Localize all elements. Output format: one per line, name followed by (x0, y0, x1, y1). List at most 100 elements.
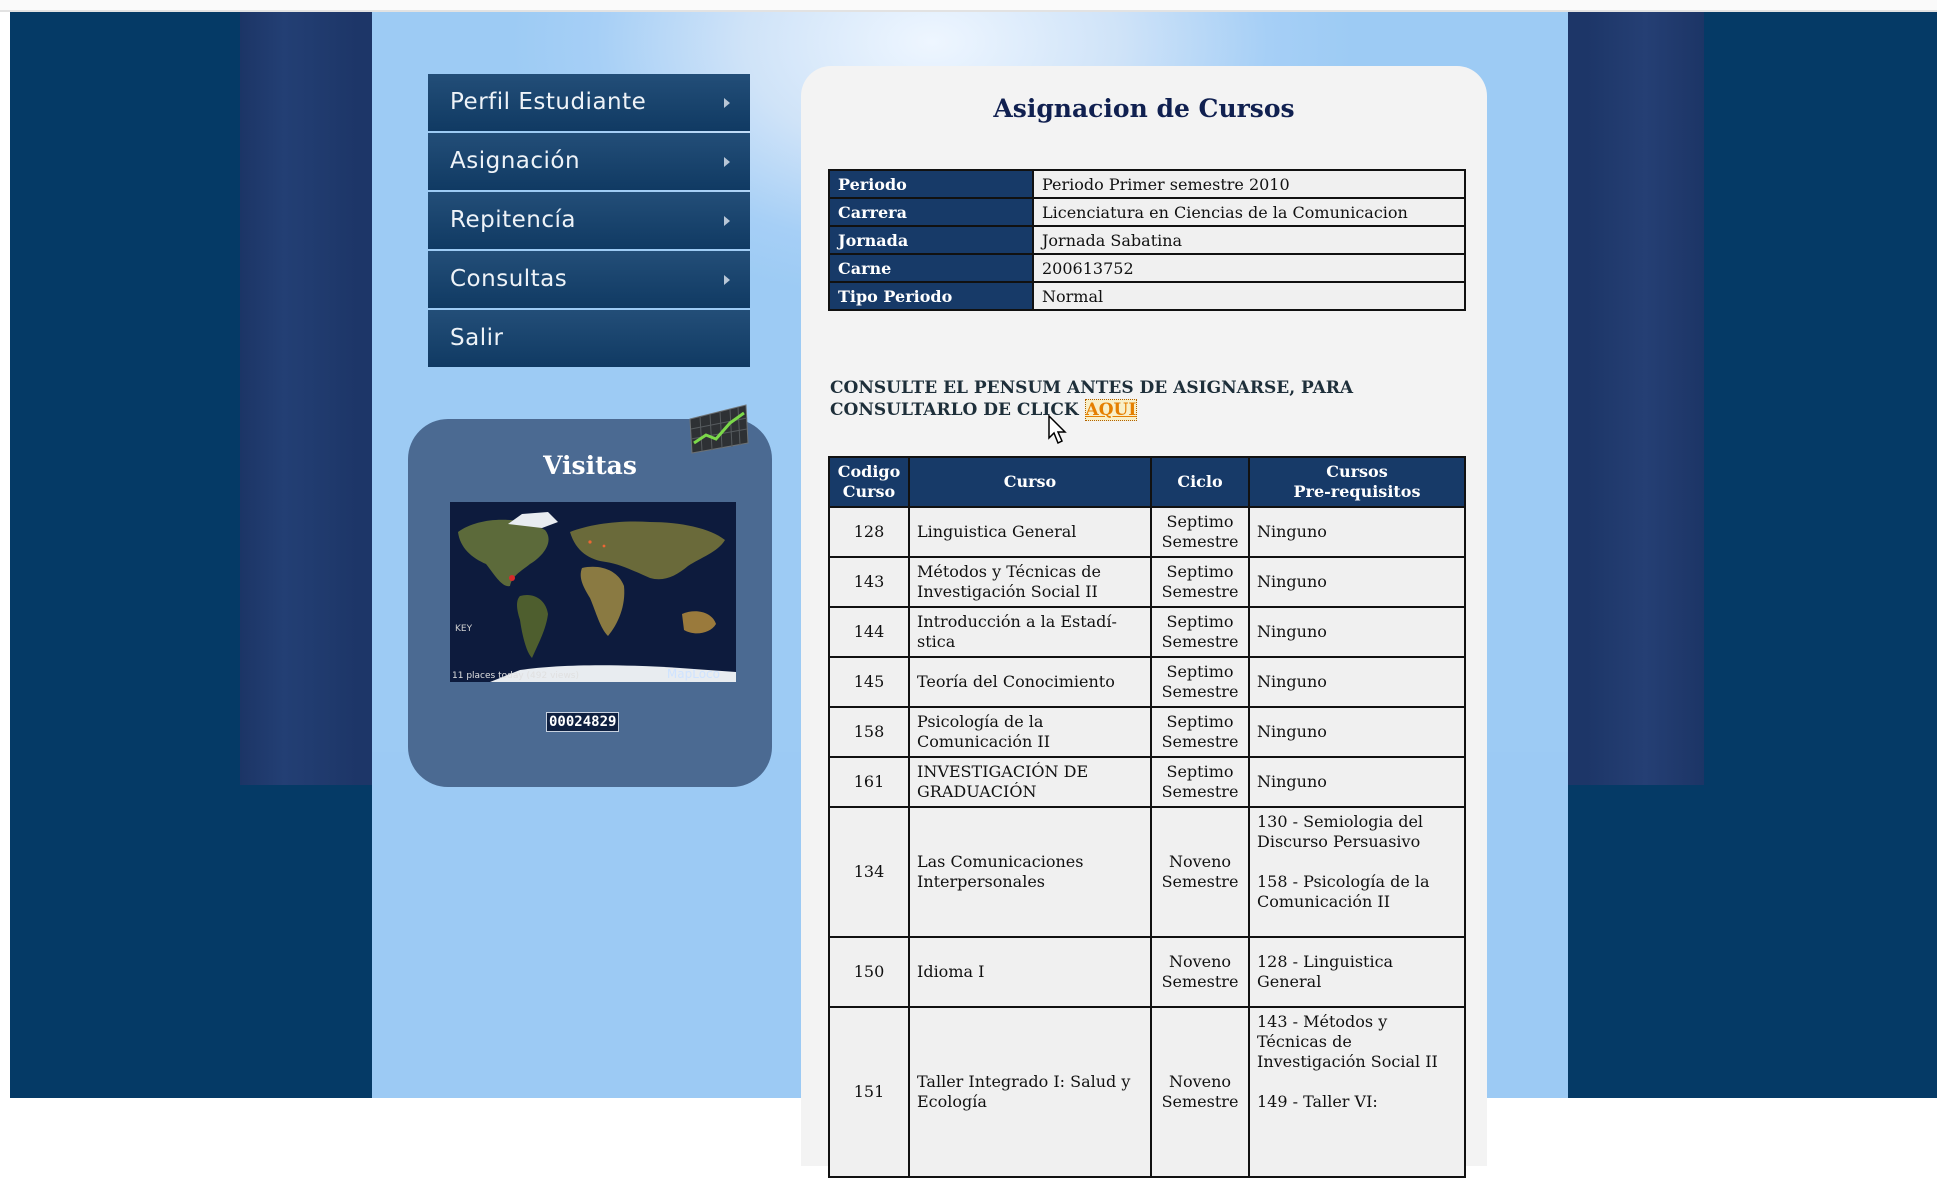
course-code: 128 (828, 506, 910, 558)
menu-item-consultas[interactable]: Consultas (428, 251, 750, 308)
info-value: Jornada Sabatina (1032, 225, 1466, 255)
content-panel: Asignacion de Cursos Periodo Periodo Prim… (801, 66, 1487, 1178)
table-row: 145 Teoría del Conocimiento Septimo Semestr… (828, 656, 1466, 708)
page-container: Perfil Estudiante Asignación Repitencía … (372, 12, 1568, 1178)
chevron-right-icon (724, 275, 730, 285)
stats-chart-icon (689, 404, 749, 454)
visitas-widget: Visitas KEY 11 places today (492 views) … (408, 419, 772, 787)
table-row: Tipo Periodo Normal (828, 281, 1466, 311)
visit-counter: 00024829 (546, 712, 620, 732)
course-name: Introducción a la Estadí-stica (908, 606, 1152, 658)
menu-item-label: Salir (450, 325, 504, 351)
map-caption: 11 places today (492 views) (452, 671, 580, 681)
menu-item-label: Repitencía (450, 207, 576, 233)
course-code: 161 (828, 756, 910, 808)
prerequisite-item: Ninguno (1257, 622, 1327, 641)
prerequisite-item: 143 - Métodos y Técnicas de Investigación … (1257, 1012, 1438, 1071)
course-prerequisites: 130 - Semiologia del Discurso Persuasivo 1… (1248, 806, 1466, 938)
info-label: Periodo (828, 169, 1034, 199)
map-key-label: KEY (455, 624, 473, 634)
main-menu: Perfil Estudiante Asignación Repitencía … (428, 74, 750, 369)
course-code: 158 (828, 706, 910, 758)
course-prerequisites: Ninguno (1248, 706, 1466, 758)
visitor-map[interactable]: KEY 11 places today (492 views) MapLoco (450, 502, 736, 682)
course-cycle: Septimo Semestre (1150, 656, 1250, 708)
menu-item-salir[interactable]: Salir (428, 310, 750, 367)
info-label: Carrera (828, 197, 1034, 227)
mouse-pointer-icon (1048, 415, 1067, 445)
info-value: Periodo Primer semestre 2010 (1032, 169, 1466, 199)
course-name: Teoría del Conocimiento (908, 656, 1152, 708)
course-prerequisites: Ninguno (1248, 606, 1466, 658)
prerequisite-item: 158 - Psicología de la Comunicación II (1257, 872, 1430, 911)
col-header-prerequisitos: Cursos Pre-requisitos (1248, 456, 1466, 508)
table-row: 144 Introducción a la Estadí-stica Septimo… (828, 606, 1466, 658)
course-prerequisites: Ninguno (1248, 506, 1466, 558)
course-cycle: Septimo Semestre (1150, 706, 1250, 758)
course-name: Taller Integrado I: Salud y Ecología (908, 1006, 1152, 1178)
notice-line-2: CONSULTARLO DE CLICK (830, 400, 1085, 420)
menu-item-label: Consultas (450, 266, 568, 292)
chevron-right-icon (724, 216, 730, 226)
table-header-row: Codigo Curso Curso Ciclo Cursos Pre-requis… (828, 456, 1466, 508)
prerequisite-item: Ninguno (1257, 672, 1327, 691)
info-label: Tipo Periodo (828, 281, 1034, 311)
table-row: Carrera Licenciatura en Ciencias de la Co… (828, 197, 1466, 227)
maploco-logo: MapLoco (666, 667, 720, 681)
prerequisite-item: 149 - Taller VI: (1257, 1092, 1378, 1111)
prerequisite-item: Ninguno (1257, 772, 1327, 791)
course-name: Métodos y Técnicas de Investigación Socia… (908, 556, 1152, 608)
notice-line-1: CONSULTE EL PENSUM ANTES DE ASIGNARSE, P… (830, 378, 1354, 398)
prerequisite-item: Ninguno (1257, 522, 1327, 541)
courses-table: Codigo Curso Curso Ciclo Cursos Pre-requis… (828, 456, 1466, 1178)
prerequisite-item: 130 - Semiologia del Discurso Persuasivo (1257, 812, 1424, 851)
table-row: 161 INVESTIGACIÓN DE GRADUACIÓN Septimo Seme… (828, 756, 1466, 808)
chevron-right-icon (724, 157, 730, 167)
course-code: 143 (828, 556, 910, 608)
course-prerequisites: Ninguno (1248, 556, 1466, 608)
table-row: Jornada Jornada Sabatina (828, 225, 1466, 255)
course-code: 150 (828, 936, 910, 1008)
course-code: 145 (828, 656, 910, 708)
table-row: 158 Psicología de la Comunicación II Septim… (828, 706, 1466, 758)
pensum-link[interactable]: AQUI (1084, 399, 1138, 421)
course-cycle: Noveno Semestre (1150, 806, 1250, 938)
info-label: Carne (828, 253, 1034, 283)
info-value: Licenciatura en Ciencias de la Comunicac… (1032, 197, 1466, 227)
table-row: 128 Linguistica General Septimo Semestre Nin… (828, 506, 1466, 558)
info-label: Jornada (828, 225, 1034, 255)
menu-item-label: Asignación (450, 148, 581, 174)
course-cycle: Noveno Semestre (1150, 1006, 1250, 1178)
course-cycle: Septimo Semestre (1150, 556, 1250, 608)
col-header-curso: Curso (908, 456, 1152, 508)
student-info-table: Periodo Periodo Primer semestre 2010 Carr… (828, 169, 1466, 311)
course-prerequisites: 128 - Linguistica General (1248, 936, 1466, 1008)
table-row: 134 Las Comunicaciones Interpersonales Nove… (828, 806, 1466, 938)
course-cycle: Septimo Semestre (1150, 756, 1250, 808)
course-prerequisites: Ninguno (1248, 656, 1466, 708)
course-name: Psicología de la Comunicación II (908, 706, 1152, 758)
page-title: Asignacion de Cursos (993, 94, 1295, 123)
course-name: INVESTIGACIÓN DE GRADUACIÓN (908, 756, 1152, 808)
table-row: 143 Métodos y Técnicas de Investigación So… (828, 556, 1466, 608)
browser-top-edge (0, 0, 1937, 12)
menu-item-label: Perfil Estudiante (450, 89, 647, 115)
course-code: 144 (828, 606, 910, 658)
world-map-icon (450, 502, 736, 682)
table-row: 151 Taller Integrado I: Salud y Ecología No… (828, 1006, 1466, 1178)
course-prerequisites: 143 - Métodos y Técnicas de Investigación … (1248, 1006, 1466, 1178)
menu-item-perfil-estudiante[interactable]: Perfil Estudiante (428, 74, 750, 131)
table-row: Periodo Periodo Primer semestre 2010 (828, 169, 1466, 199)
prerequisite-item: 128 - Linguistica General (1257, 952, 1394, 991)
prerequisite-item: Ninguno (1257, 722, 1327, 741)
info-value: Normal (1032, 281, 1466, 311)
course-cycle: Septimo Semestre (1150, 606, 1250, 658)
col-header-ciclo: Ciclo (1150, 456, 1250, 508)
course-code: 134 (828, 806, 910, 938)
chevron-right-icon (724, 98, 730, 108)
info-value: 200613752 (1032, 253, 1466, 283)
table-row: Carne 200613752 (828, 253, 1466, 283)
menu-item-repitencia[interactable]: Repitencía (428, 192, 750, 249)
menu-item-asignacion[interactable]: Asignación (428, 133, 750, 190)
col-header-codigo: Codigo Curso (828, 456, 910, 508)
